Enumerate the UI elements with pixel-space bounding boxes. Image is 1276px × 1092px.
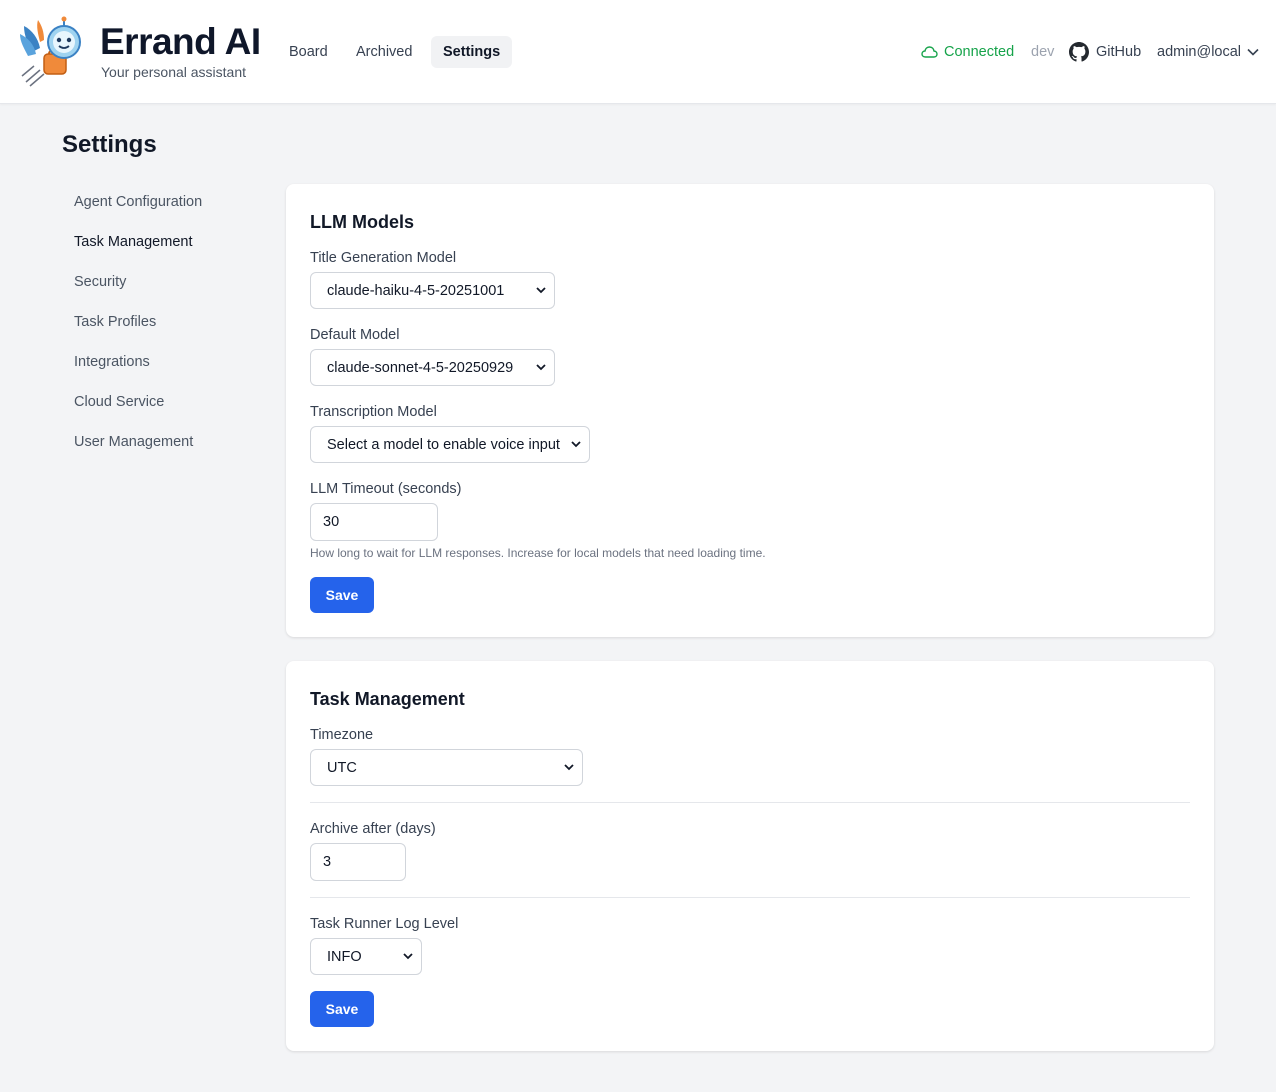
archive-after-input[interactable]: 3 [310,843,406,881]
chevron-down-icon [403,953,413,960]
errand-logo[interactable] [18,16,86,88]
transcription-model-value: Select a model to enable voice input [327,436,560,453]
transcription-model-label: Transcription Model [310,404,437,420]
title-model-label: Title Generation Model [310,250,457,266]
llm-timeout-input[interactable]: 30 [310,503,438,541]
archive-after-label: Archive after (days) [310,821,436,837]
top-header: Errand AI Your personal assistant Board … [0,0,1276,104]
chevron-down-icon [1247,48,1259,56]
llm-models-title: LLM Models [310,212,414,232]
connection-status-text: Connected [944,44,1015,60]
save-task-management-button[interactable]: Save [310,991,374,1027]
nav-settings[interactable]: Settings [431,36,513,68]
log-level-select[interactable]: INFO [310,938,422,975]
chevron-down-icon [564,764,574,771]
timezone-select[interactable]: UTC [310,749,583,786]
sidebar-item-task-management[interactable]: Task Management [74,232,192,252]
sidebar-item-security[interactable]: Security [74,272,126,292]
connection-status: Connected [921,43,1014,61]
log-level-value: INFO [327,948,362,965]
github-link-label: GitHub [1096,44,1142,60]
page-title: Settings [62,131,157,158]
nav-archived[interactable]: Archived [344,36,424,68]
sidebar-item-integrations[interactable]: Integrations [74,352,150,372]
timezone-value: UTC [327,759,357,776]
llm-models-card: LLM Models Title Generation Model claude… [286,184,1214,637]
default-model-select[interactable]: claude-sonnet-4-5-20250929 [310,349,555,386]
sidebar-item-cloud-service[interactable]: Cloud Service [74,392,164,412]
default-model-value: claude-sonnet-4-5-20250929 [327,359,514,376]
github-icon [1069,42,1089,62]
log-level-label: Task Runner Log Level [310,916,459,932]
sidebar-item-agent-configuration[interactable]: Agent Configuration [74,192,202,212]
task-management-card: Task Management Timezone UTC Archive aft… [286,661,1214,1051]
save-llm-models-button[interactable]: Save [310,577,374,613]
chevron-down-icon [536,364,546,371]
sidebar-item-task-profiles[interactable]: Task Profiles [74,312,156,332]
timezone-label: Timezone [310,727,374,743]
cloud-icon [921,46,938,58]
user-menu[interactable]: admin@local [1157,41,1259,63]
chevron-down-icon [571,441,581,448]
transcription-model-select[interactable]: Select a model to enable voice input [310,426,590,463]
environment-badge: dev [1031,44,1055,60]
section-divider [310,802,1190,803]
github-link[interactable]: GitHub [1069,41,1141,63]
task-management-title: Task Management [310,689,465,709]
sidebar-item-user-management[interactable]: User Management [74,432,193,452]
brand-title: Errand AI [100,21,261,62]
nav-board[interactable]: Board [277,36,340,68]
brand-subtitle: Your personal assistant [101,64,247,80]
section-divider [310,897,1190,898]
title-model-select[interactable]: claude-haiku-4-5-20251001 [310,272,555,309]
user-email: admin@local [1157,44,1242,60]
chevron-down-icon [536,287,546,294]
llm-timeout-help: How long to wait for LLM responses. Incr… [310,546,766,560]
llm-timeout-label: LLM Timeout (seconds) [310,481,462,497]
default-model-label: Default Model [310,327,400,343]
title-model-value: claude-haiku-4-5-20251001 [327,282,505,299]
